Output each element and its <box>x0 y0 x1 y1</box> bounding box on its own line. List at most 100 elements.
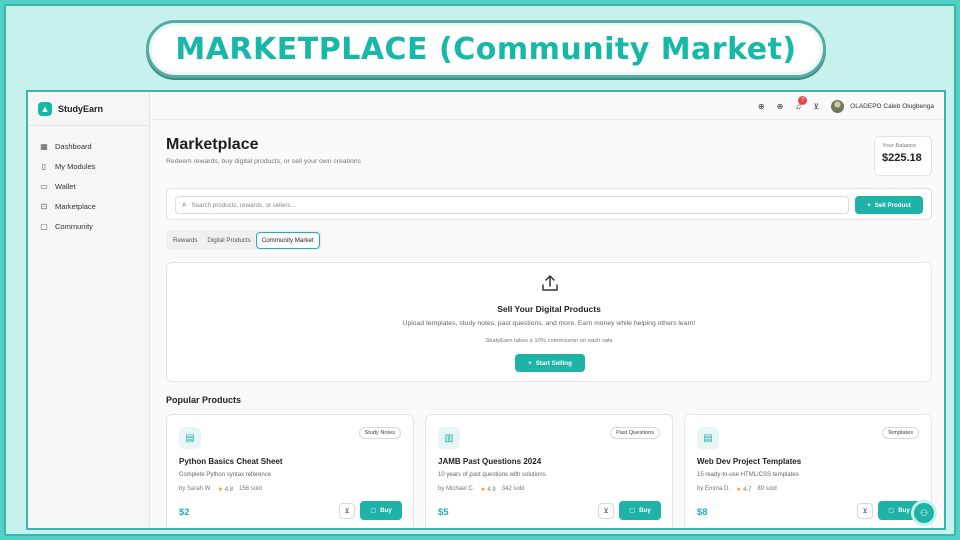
sell-product-button[interactable]: + Sell Product <box>855 196 923 214</box>
tab-community-market[interactable]: Community Market <box>255 231 320 249</box>
product-meta: by Emma D. ★ 4.7 89 sold <box>697 486 777 493</box>
cart-icon: ⊻ <box>603 508 609 515</box>
add-to-cart-button[interactable]: ⊻ <box>857 503 873 519</box>
product-price: $2 <box>179 507 190 518</box>
page-title: Marketplace <box>166 136 259 153</box>
product-name: Web Dev Project Templates <box>697 457 802 466</box>
product-category-badge: Study Notes <box>358 427 401 439</box>
sell-card-title: Sell Your Digital Products <box>497 304 601 314</box>
product-name: Python Basics Cheat Sheet <box>179 457 283 466</box>
add-to-cart-button[interactable]: ⊻ <box>339 503 355 519</box>
sell-product-label: Sell Product <box>874 201 911 209</box>
product-card[interactable]: ▤ Study Notes Python Basics Cheat Sheet … <box>166 414 414 528</box>
cart-icon[interactable]: ⊻ <box>813 102 819 111</box>
product-author: by Sarah W. <box>179 486 212 492</box>
balance-card: Your Balance $225.18 <box>874 136 932 176</box>
product-description: 10 years of past questions with solution… <box>438 472 546 478</box>
buy-label: Buy <box>639 507 651 514</box>
product-meta: by Sarah W. ★ 4.8 156 sold <box>179 486 262 493</box>
brand[interactable]: ▲ StudyEarn <box>28 92 149 126</box>
upload-icon <box>542 275 558 291</box>
notifications-button[interactable]: ♫ 7 <box>795 95 808 111</box>
product-card[interactable]: ▤ Templates Web Dev Project Templates 15… <box>684 414 932 528</box>
tab-digital-products[interactable]: Digital Products <box>202 233 255 248</box>
page-subtitle: Redeem rewards, buy digital products, or… <box>166 158 361 165</box>
buy-button[interactable]: ▢ Buy <box>360 501 402 520</box>
banner-title: MARKETPLACE (Community Market) <box>175 31 797 67</box>
marketplace-tabs: Rewards Digital Products Community Marke… <box>166 230 322 250</box>
sell-card-description: Upload templates, study notes, past ques… <box>402 320 696 327</box>
product-category-badge: Templates <box>881 427 919 439</box>
sidebar-item-label: Wallet <box>55 181 76 191</box>
product-meta: by Michael C. ★ 4.9 342 sold <box>438 486 524 493</box>
bag-icon: ▢ <box>888 507 895 514</box>
product-name: JAMB Past Questions 2024 <box>438 457 542 466</box>
notification-badge: 7 <box>798 95 808 105</box>
tab-rewards[interactable]: Rewards <box>168 233 202 248</box>
bag-icon: ▢ <box>370 507 377 514</box>
balance-label: Your Balance <box>882 143 917 149</box>
product-rating: ★ 4.7 <box>736 486 751 493</box>
start-selling-label: Start Selling <box>535 359 572 367</box>
sidebar: ▲ StudyEarn ▦ Dashboard ▯ My Modules ▭ W… <box>28 92 150 528</box>
star-icon: ★ <box>217 487 224 493</box>
sidebar-item-my-modules[interactable]: ▯ My Modules <box>28 156 149 176</box>
search-input[interactable]: ⌕ Search products, rewards, or sellers..… <box>175 196 849 214</box>
product-description: Complete Python syntax reference <box>179 472 272 478</box>
star-icon: ★ <box>736 487 742 493</box>
brand-name: StudyEarn <box>58 103 104 114</box>
start-selling-button[interactable]: + Start Selling <box>515 354 585 372</box>
product-card[interactable]: ▥ Past Questions JAMB Past Questions 202… <box>425 414 673 528</box>
product-rating: ★ 4.9 <box>480 486 495 493</box>
user-name[interactable]: OLADEPO Caleb Olugbenga <box>850 103 934 110</box>
main-content: Marketplace Redeem rewards, buy digital … <box>166 136 932 528</box>
sidebar-item-wallet[interactable]: ▭ Wallet <box>28 176 149 196</box>
rating-value: 4.9 <box>487 487 496 493</box>
top-bar-actions: ⊕ ⊕ ♫ 7 ⊻ OLADEPO Caleb Olugbenga <box>758 92 934 120</box>
sidebar-item-label: My Modules <box>55 161 96 171</box>
language-icon[interactable]: ⊕ <box>777 102 784 111</box>
sidebar-item-dashboard[interactable]: ▦ Dashboard <box>28 136 149 156</box>
search-bar: ⌕ Search products, rewards, or sellers..… <box>166 188 932 220</box>
buy-button[interactable]: ▢ Buy <box>619 501 661 520</box>
plus-icon: + <box>528 359 532 367</box>
product-sold: 89 sold <box>757 486 777 492</box>
chat-icon: ▢ <box>40 221 48 231</box>
app-window: ▲ StudyEarn ▦ Dashboard ▯ My Modules ▭ W… <box>26 90 946 530</box>
store-icon: ⊡ <box>40 201 48 211</box>
avatar[interactable] <box>831 99 845 113</box>
product-sold: 342 sold <box>501 486 525 492</box>
popular-products-title: Popular Products <box>166 395 242 405</box>
plus-icon: + <box>867 201 871 209</box>
sell-products-card: Sell Your Digital Products Upload templa… <box>166 262 932 382</box>
product-author: by Michael C. <box>438 486 475 492</box>
accessibility-icon: ⚇ <box>919 507 929 518</box>
grid-icon: ▦ <box>40 141 48 151</box>
product-price: $8 <box>697 507 708 518</box>
sidebar-item-marketplace[interactable]: ⊡ Marketplace <box>28 196 149 216</box>
product-category-badge: Past Questions <box>610 427 660 439</box>
accessibility-button[interactable]: ⚇ <box>911 500 937 526</box>
buy-label: Buy <box>380 507 392 514</box>
search-placeholder: Search products, rewards, or sellers... <box>191 201 296 209</box>
title-banner: MARKETPLACE (Community Market) <box>146 20 826 78</box>
book-icon: ▯ <box>41 161 47 171</box>
sidebar-item-label: Dashboard <box>55 141 92 151</box>
product-price: $5 <box>438 507 449 518</box>
add-to-cart-button[interactable]: ⊻ <box>598 503 614 519</box>
graduation-cap-icon: ▲ <box>38 101 52 116</box>
sidebar-item-community[interactable]: ▢ Community <box>28 216 149 236</box>
globe-icon[interactable]: ⊕ <box>758 102 765 111</box>
wallet-icon: ▭ <box>40 181 48 191</box>
product-description: 15 ready-to-use HTML/CSS templates <box>697 472 799 478</box>
bag-icon: ▢ <box>629 507 636 514</box>
rating-value: 4.8 <box>224 487 234 493</box>
search-icon: ⌕ <box>182 200 187 209</box>
star-icon: ★ <box>480 487 486 493</box>
balance-value: $225.18 <box>882 152 922 164</box>
product-author: by Emma D. <box>697 486 731 492</box>
cart-icon: ⊻ <box>862 508 868 515</box>
buy-label: Buy <box>898 507 910 514</box>
open-book-icon: ▥ <box>438 427 460 449</box>
top-bar: ⊕ ⊕ ♫ 7 ⊻ OLADEPO Caleb Olugbenga <box>150 92 944 120</box>
